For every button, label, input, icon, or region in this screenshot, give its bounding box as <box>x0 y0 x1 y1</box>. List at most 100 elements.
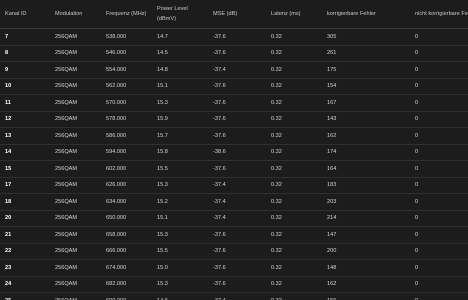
cell-power-level: 15.3 <box>152 177 208 194</box>
cell-nicht-korrigierbare-fehler: 0 <box>410 28 468 46</box>
cell-power-level: 15.5 <box>152 160 208 178</box>
cell-nicht-korrigierbare-fehler: 0 <box>410 160 468 178</box>
cell-nicht-korrigierbare-fehler: 0 <box>410 144 468 161</box>
header-frequenz: Frequenz (MHz) <box>101 0 152 29</box>
header-korrigierbare-fehler: korrigierbare Fehler <box>322 0 410 29</box>
cell-modulation: 256QAM <box>50 160 101 178</box>
cell-kanal-id: 22 <box>0 243 50 260</box>
cell-korrigierbare-fehler: 175 <box>322 61 410 79</box>
cell-frequenz: 546.000 <box>101 45 152 62</box>
cell-power-level: 15.0 <box>152 259 208 277</box>
cell-frequenz: 626.000 <box>101 177 152 194</box>
cell-mse: -37.6 <box>208 243 266 260</box>
cell-latenz: 0.32 <box>266 177 322 194</box>
cell-frequenz: 690.000 <box>101 292 152 300</box>
cell-modulation: 256QAM <box>50 45 101 62</box>
cell-nicht-korrigierbare-fehler: 0 <box>410 243 468 260</box>
table-row: 20 256QAM 650.000 15.1 -37.4 0.32 214 0 <box>0 210 468 227</box>
cell-frequenz: 666.000 <box>101 243 152 260</box>
cell-korrigierbare-fehler: 167 <box>322 94 410 112</box>
cell-power-level: 15.8 <box>152 144 208 161</box>
cell-frequenz: 674.000 <box>101 259 152 277</box>
cell-frequenz: 578.000 <box>101 111 152 128</box>
cell-modulation: 256QAM <box>50 28 101 46</box>
header-power-level: Power Level (dBmV) <box>152 0 208 29</box>
cell-latenz: 0.32 <box>266 144 322 161</box>
cell-nicht-korrigierbare-fehler: 0 <box>410 61 468 79</box>
downstream-channel-panel: Kanal ID Modulation Frequenz (MHz) Power… <box>0 0 468 300</box>
cell-mse: -37.6 <box>208 111 266 128</box>
cell-latenz: 0.32 <box>266 127 322 145</box>
cell-mse: -37.4 <box>208 292 266 300</box>
cell-frequenz: 570.000 <box>101 94 152 112</box>
table-row: 22 256QAM 666.000 15.5 -37.6 0.32 200 0 <box>0 243 468 260</box>
cell-modulation: 256QAM <box>50 210 101 227</box>
cell-kanal-id: 18 <box>0 193 50 211</box>
cell-nicht-korrigierbare-fehler: 0 <box>410 276 468 293</box>
cell-kanal-id: 8 <box>0 45 50 62</box>
cell-power-level: 15.7 <box>152 127 208 145</box>
cell-latenz: 0.32 <box>266 78 322 95</box>
cell-frequenz: 658.000 <box>101 226 152 244</box>
cell-mse: -37.6 <box>208 276 266 293</box>
cell-nicht-korrigierbare-fehler: 0 <box>410 127 468 145</box>
cell-nicht-korrigierbare-fehler: 0 <box>410 78 468 95</box>
table-row: 24 256QAM 682.000 15.3 -37.6 0.32 162 0 <box>0 276 468 293</box>
cell-mse: -37.6 <box>208 94 266 112</box>
cell-kanal-id: 21 <box>0 226 50 244</box>
cell-nicht-korrigierbare-fehler: 0 <box>410 94 468 112</box>
cell-mse: -37.6 <box>208 28 266 46</box>
cell-mse: -37.4 <box>208 177 266 194</box>
cell-mse: -37.6 <box>208 127 266 145</box>
cell-modulation: 256QAM <box>50 243 101 260</box>
header-kanal-id: Kanal ID <box>0 0 50 29</box>
cell-mse: -37.6 <box>208 45 266 62</box>
cell-korrigierbare-fehler: 162 <box>322 127 410 145</box>
cell-latenz: 0.32 <box>266 28 322 46</box>
cell-mse: -37.6 <box>208 78 266 95</box>
cell-nicht-korrigierbare-fehler: 0 <box>410 193 468 211</box>
cell-kanal-id: 9 <box>0 61 50 79</box>
cell-modulation: 256QAM <box>50 276 101 293</box>
cell-power-level: 15.3 <box>152 94 208 112</box>
header-mse: MSE (dB) <box>208 0 266 29</box>
cell-latenz: 0.32 <box>266 94 322 112</box>
cell-kanal-id: 20 <box>0 210 50 227</box>
cell-kanal-id: 14 <box>0 144 50 161</box>
cell-power-level: 14.8 <box>152 61 208 79</box>
cell-nicht-korrigierbare-fehler: 0 <box>410 226 468 244</box>
cell-kanal-id: 13 <box>0 127 50 145</box>
table-row: 18 256QAM 634.000 15.2 -37.4 0.32 203 0 <box>0 193 468 211</box>
cell-frequenz: 634.000 <box>101 193 152 211</box>
cell-mse: -38.6 <box>208 144 266 161</box>
cell-korrigierbare-fehler: 305 <box>322 28 410 46</box>
cell-nicht-korrigierbare-fehler: 0 <box>410 45 468 62</box>
table-row: 14 256QAM 594.000 15.8 -38.6 0.32 174 0 <box>0 144 468 161</box>
cell-latenz: 0.32 <box>266 193 322 211</box>
cell-korrigierbare-fehler: 156 <box>322 292 410 300</box>
cell-frequenz: 602.000 <box>101 160 152 178</box>
cell-korrigierbare-fehler: 147 <box>322 226 410 244</box>
cell-kanal-id: 17 <box>0 177 50 194</box>
cell-frequenz: 562.000 <box>101 78 152 95</box>
table-header-row: Kanal ID Modulation Frequenz (MHz) Power… <box>0 0 468 29</box>
cell-frequenz: 538.000 <box>101 28 152 46</box>
cell-power-level: 14.7 <box>152 28 208 46</box>
cell-latenz: 0.32 <box>266 111 322 128</box>
cell-korrigierbare-fehler: 154 <box>322 78 410 95</box>
cell-latenz: 0.32 <box>266 243 322 260</box>
cell-modulation: 256QAM <box>50 226 101 244</box>
cell-modulation: 256QAM <box>50 94 101 112</box>
cell-modulation: 256QAM <box>50 193 101 211</box>
cell-kanal-id: 10 <box>0 78 50 95</box>
cell-power-level: 14.6 <box>152 292 208 300</box>
cell-korrigierbare-fehler: 261 <box>322 45 410 62</box>
cell-mse: -37.6 <box>208 160 266 178</box>
cell-kanal-id: 12 <box>0 111 50 128</box>
cell-frequenz: 650.000 <box>101 210 152 227</box>
cell-korrigierbare-fehler: 143 <box>322 111 410 128</box>
cell-power-level: 15.1 <box>152 210 208 227</box>
cell-mse: -37.4 <box>208 210 266 227</box>
cell-nicht-korrigierbare-fehler: 0 <box>410 111 468 128</box>
cell-nicht-korrigierbare-fehler: 0 <box>410 292 468 300</box>
